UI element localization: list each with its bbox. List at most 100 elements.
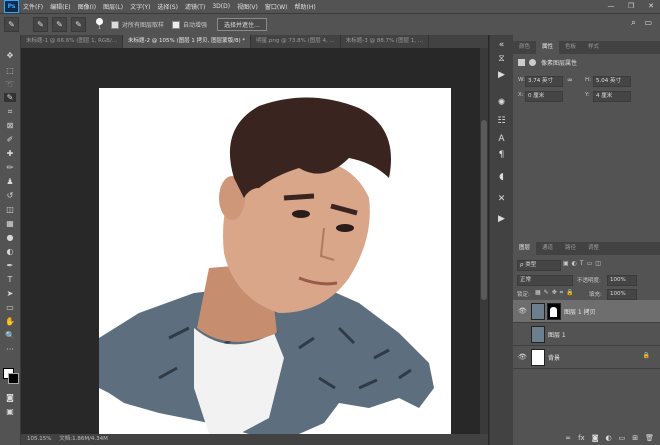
- zoom-tool-icon[interactable]: 🔍: [4, 331, 16, 340]
- character-icon[interactable]: A: [495, 133, 508, 145]
- restore-button[interactable]: ❐: [624, 1, 638, 11]
- layer-row-original[interactable]: 图层 1: [513, 323, 660, 346]
- layer-row-background[interactable]: 👁 背景 🔒: [513, 346, 660, 369]
- quick-selection-tool-icon[interactable]: ✎: [4, 93, 16, 102]
- screen-mode-icon[interactable]: ▣: [4, 407, 16, 416]
- libraries-icon[interactable]: ☷: [495, 115, 508, 127]
- eraser-tool-icon[interactable]: ◫: [4, 205, 16, 214]
- visibility-eye-icon[interactable]: 👁: [518, 353, 527, 361]
- blur-tool-icon[interactable]: ●: [4, 233, 16, 242]
- frame-tool-icon[interactable]: ⊠: [4, 121, 16, 130]
- select-and-mask-button[interactable]: 选择并遮住...: [217, 18, 267, 31]
- menu-layer[interactable]: 图层(L): [103, 2, 123, 11]
- layer-mask-thumbnail[interactable]: [547, 303, 561, 320]
- collapse-arrows-icon[interactable]: «: [495, 39, 508, 51]
- adjustment-layer-icon[interactable]: ◐: [606, 434, 612, 442]
- doc-tab-4[interactable]: 未标题-3 @ 88.7% (图层 1, ...: [341, 35, 430, 48]
- path-selection-icon[interactable]: ➤: [4, 289, 16, 298]
- brush-tool-icon[interactable]: ✏: [4, 163, 16, 172]
- add-selection-icon[interactable]: ✎: [52, 17, 67, 32]
- doc-tab-3[interactable]: 明星.png @ 73.8% (图层 4, ...: [251, 35, 341, 48]
- history-icon[interactable]: ⧖: [495, 53, 508, 65]
- menu-edit[interactable]: 编辑(E): [50, 2, 70, 11]
- menu-window[interactable]: 窗口(W): [265, 2, 288, 11]
- blend-mode-select[interactable]: 正常: [517, 275, 573, 286]
- layer-filter-select[interactable]: ρ 类型: [517, 260, 561, 271]
- new-selection-icon[interactable]: ✎: [33, 17, 48, 32]
- menu-3d[interactable]: 3D(D): [212, 3, 230, 10]
- menu-image[interactable]: 图像(I): [78, 2, 96, 11]
- menu-select[interactable]: 选择(S): [157, 2, 178, 11]
- clone-stamp-icon[interactable]: ♟: [4, 177, 16, 186]
- paragraph-icon[interactable]: ¶: [495, 149, 508, 161]
- visibility-eye-icon[interactable]: 👁: [518, 307, 527, 315]
- zoom-level[interactable]: 105.15%: [27, 436, 51, 442]
- sample-all-layers-checkbox[interactable]: [111, 20, 119, 29]
- adjustments-icon[interactable]: ✺: [495, 97, 508, 109]
- add-mask-icon[interactable]: ◙: [592, 434, 599, 442]
- doc-tab-2-active[interactable]: 未标题-2 @ 105% (图层 1 拷贝, 图层蒙版/8) *: [123, 35, 252, 48]
- background-color-swatch[interactable]: [8, 373, 19, 384]
- pen-tool-icon[interactable]: ✒: [4, 261, 16, 270]
- tab-color[interactable]: 颜色: [513, 41, 536, 54]
- workspace-icon[interactable]: ▭: [644, 18, 652, 27]
- tool-presets-icon[interactable]: ✕: [495, 193, 508, 205]
- opacity-field[interactable]: 100%: [607, 275, 637, 286]
- shape-tool-icon[interactable]: ▭: [4, 303, 16, 312]
- menu-view[interactable]: 视图(V): [237, 2, 258, 11]
- marquee-tool-icon[interactable]: ⬚: [4, 66, 16, 75]
- fill-field[interactable]: 100%: [607, 289, 637, 300]
- new-layer-icon[interactable]: ⊞: [632, 434, 638, 442]
- search-icon[interactable]: ⌕: [631, 18, 636, 28]
- layer-row-copy[interactable]: 👁 图层 1 拷贝: [513, 300, 660, 323]
- scrollbar-thumb[interactable]: [481, 120, 487, 300]
- close-button[interactable]: ✕: [644, 1, 658, 11]
- tab-styles[interactable]: 样式: [582, 41, 605, 54]
- actions-icon[interactable]: ▶: [495, 69, 508, 81]
- type-tool-icon[interactable]: T: [4, 275, 16, 284]
- move-tool-icon[interactable]: ✥: [4, 51, 16, 60]
- brush-size-picker[interactable]: 1: [96, 18, 103, 31]
- menu-type[interactable]: 文字(Y): [130, 2, 150, 11]
- link-icon[interactable]: ∞: [567, 76, 573, 84]
- tab-adjustments[interactable]: 调整: [582, 242, 605, 255]
- filter-icons[interactable]: ▣◐T▭◫: [563, 260, 604, 267]
- menu-file[interactable]: 文件(F): [23, 2, 43, 11]
- eyedropper-tool-icon[interactable]: ✐: [4, 135, 16, 144]
- quick-mask-icon[interactable]: ◙: [4, 393, 16, 402]
- new-group-icon[interactable]: ▭: [619, 434, 626, 442]
- healing-brush-icon[interactable]: ✚: [4, 149, 16, 158]
- lasso-tool-icon[interactable]: ➰: [4, 80, 16, 89]
- width-field[interactable]: 3.74 英寸: [525, 76, 563, 87]
- layer-name[interactable]: 图层 1 拷贝: [564, 307, 596, 316]
- tab-channels[interactable]: 通道: [536, 242, 559, 255]
- quick-select-tool-icon[interactable]: ✎: [4, 17, 19, 32]
- fx-icon[interactable]: fx: [578, 434, 585, 442]
- tab-paths[interactable]: 路径: [559, 242, 582, 255]
- y-field[interactable]: 4 厘米: [593, 91, 631, 102]
- history-brush-icon[interactable]: ↺: [4, 191, 16, 200]
- minimize-button[interactable]: —: [604, 1, 618, 11]
- gradient-tool-icon[interactable]: ▦: [4, 219, 16, 228]
- menu-help[interactable]: 帮助(H): [295, 2, 316, 11]
- layer-name[interactable]: 背景: [548, 353, 560, 362]
- layer-name[interactable]: 图层 1: [548, 330, 566, 339]
- subtract-selection-icon[interactable]: ✎: [71, 17, 86, 32]
- doc-tab-1[interactable]: 未标题-1 @ 66.6% (图层 1, RGB/...: [21, 35, 124, 48]
- tab-swatches[interactable]: 色板: [559, 41, 582, 54]
- x-field[interactable]: 0 厘米: [525, 91, 563, 102]
- tab-layers[interactable]: 图层: [513, 242, 537, 255]
- link-layers-icon[interactable]: ∞: [565, 434, 571, 442]
- brush-settings-icon[interactable]: ◖: [495, 171, 508, 183]
- auto-enhance-checkbox[interactable]: [172, 20, 181, 29]
- edit-toolbar-icon[interactable]: ···: [4, 345, 16, 354]
- play-icon[interactable]: ▶: [495, 213, 508, 225]
- trash-icon[interactable]: 🗑: [645, 434, 654, 442]
- document-canvas[interactable]: [99, 88, 451, 434]
- crop-tool-icon[interactable]: ⌗: [4, 107, 16, 116]
- hand-tool-icon[interactable]: ✋: [4, 317, 16, 326]
- height-field[interactable]: 5.04 英寸: [593, 76, 631, 87]
- dodge-tool-icon[interactable]: ◐: [4, 247, 16, 256]
- menu-filter[interactable]: 滤镜(T): [185, 2, 205, 11]
- tab-properties[interactable]: 属性: [536, 41, 560, 54]
